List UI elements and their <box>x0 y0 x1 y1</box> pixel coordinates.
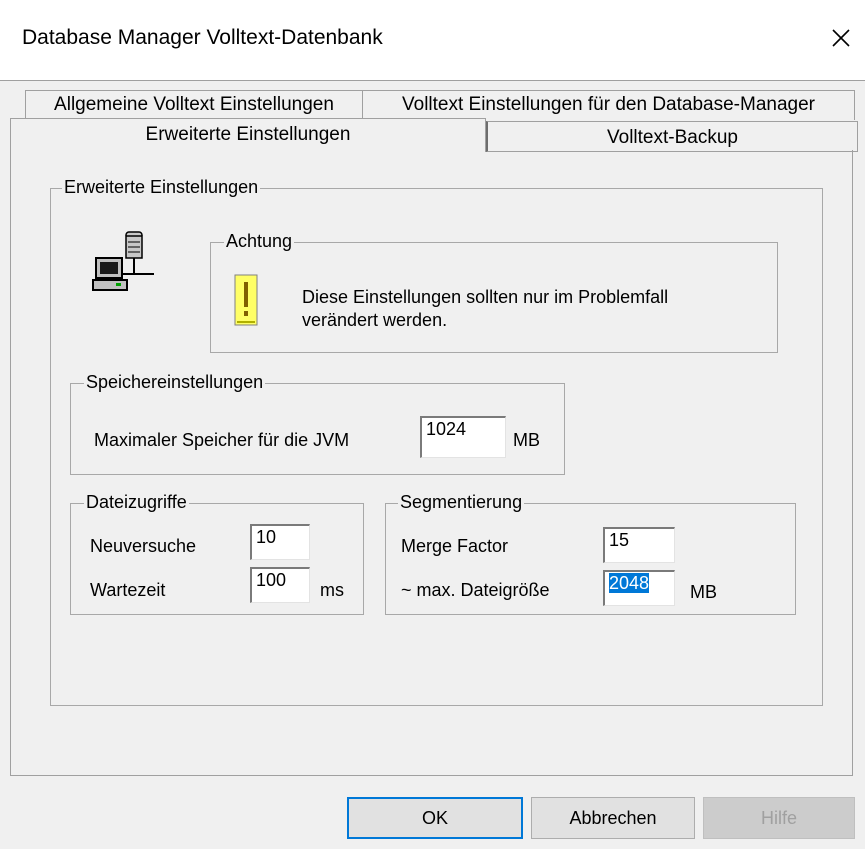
segmentierung-group-label: Segmentierung <box>398 492 525 513</box>
max-jvm-memory-input[interactable]: 1024 <box>420 416 506 458</box>
retries-input[interactable]: 10 <box>250 524 310 560</box>
wait-time-input[interactable]: 100 <box>250 567 310 603</box>
computer-network-icon <box>88 226 158 301</box>
dateizugriffe-group-label: Dateizugriffe <box>84 492 189 513</box>
exclamation-icon <box>234 274 258 331</box>
tab-allgemeine-volltext-einstellungen[interactable]: Allgemeine Volltext Einstellungen <box>25 90 363 120</box>
tab-erweiterte-einstellungen[interactable]: Erweiterte Einstellungen <box>10 118 486 152</box>
title-separator <box>0 80 865 81</box>
speichereinstellungen-group-label: Speichereinstellungen <box>84 372 266 393</box>
max-file-size-selected-text: 2048 <box>609 573 650 593</box>
cancel-button[interactable]: Abbrechen <box>531 797 695 839</box>
max-jvm-memory-label: Maximaler Speicher für die JVM <box>94 430 350 450</box>
retries-label: Neuversuche <box>90 536 197 556</box>
help-button[interactable]: Hilfe <box>703 797 855 839</box>
wait-time-label: Wartezeit <box>90 580 166 600</box>
max-jvm-memory-unit: MB <box>513 430 540 450</box>
close-icon[interactable] <box>823 20 859 56</box>
erweiterte-einstellungen-group-label: Erweiterte Einstellungen <box>62 177 261 198</box>
window-title: Database Manager Volltext-Datenbank <box>22 26 383 49</box>
max-file-size-unit: MB <box>690 582 717 602</box>
wait-time-unit: ms <box>320 580 344 600</box>
warning-text-line1: Diese Einstellungen sollten nur im Probl… <box>302 287 669 307</box>
merge-factor-input[interactable]: 15 <box>603 527 675 563</box>
ok-button[interactable]: OK <box>347 797 523 839</box>
tab-volltext-einstellungen-database-manager[interactable]: Volltext Einstellungen für den Database-… <box>363 90 855 120</box>
max-file-size-input[interactable]: 2048 <box>603 570 675 606</box>
max-file-size-label: ~ max. Dateigröße <box>401 580 550 600</box>
warning-text-line2: verändert werden. <box>302 310 448 330</box>
tab-volltext-backup[interactable]: Volltext-Backup <box>486 121 858 152</box>
achtung-group-label: Achtung <box>224 231 295 252</box>
merge-factor-label: Merge Factor <box>401 536 509 556</box>
